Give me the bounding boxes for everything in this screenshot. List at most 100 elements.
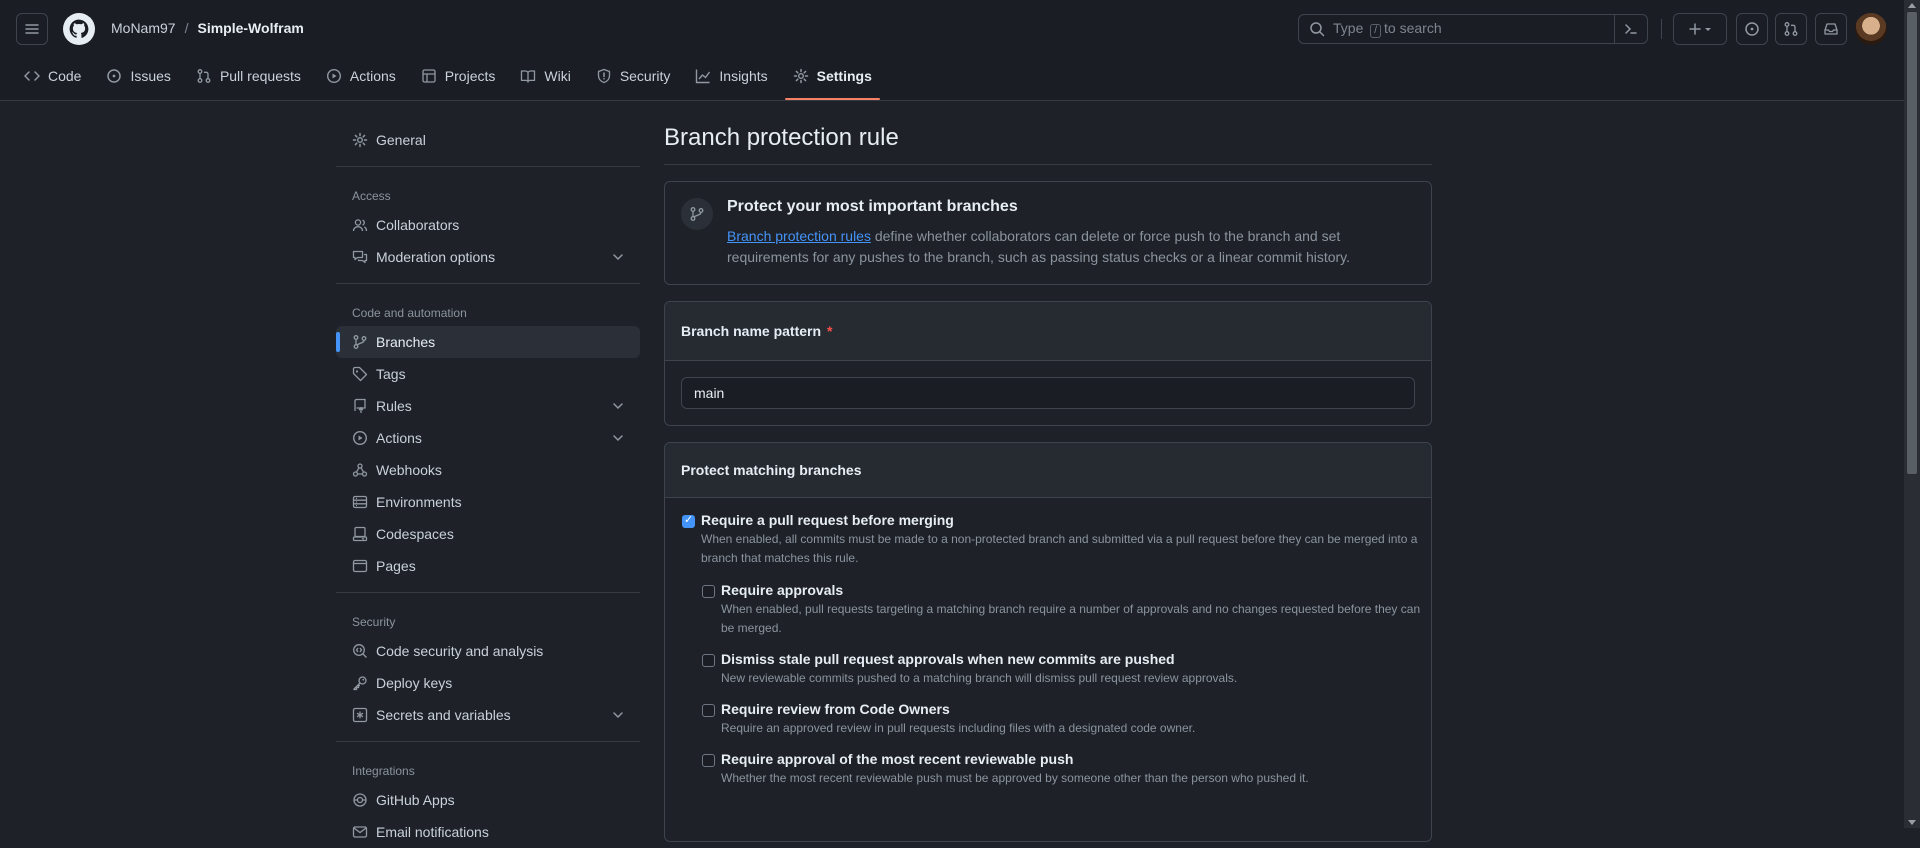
terminal-icon <box>1625 24 1637 34</box>
tab-code[interactable]: Code <box>16 58 89 94</box>
tab-issues[interactable]: Issues <box>98 58 178 94</box>
breadcrumb: MoNam97 / Simple-Wolfram <box>111 20 304 36</box>
pull-requests-button[interactable] <box>1775 13 1807 45</box>
key-icon <box>353 676 367 691</box>
user-avatar[interactable] <box>1855 13 1887 45</box>
branch-name-pattern-box: Branch name pattern * main <box>664 301 1432 426</box>
sidebar-item-email-notifications[interactable]: Email notifications <box>336 816 640 848</box>
sidebar-item-general[interactable]: General <box>336 124 640 156</box>
webhook-icon <box>352 463 368 477</box>
search-input[interactable]: Type / to search <box>1298 14 1648 44</box>
gear-icon <box>352 132 368 148</box>
tag-icon <box>352 366 368 382</box>
sidebar-item-label: Environments <box>376 494 462 510</box>
option-label[interactable]: Require review from Code Owners <box>721 701 1431 717</box>
sidebar-item-label: General <box>376 132 426 148</box>
hamburger-icon <box>25 24 39 34</box>
sidebar-item-deploy-keys[interactable]: Deploy keys <box>336 667 640 699</box>
git-branch-icon <box>353 335 367 349</box>
option-label[interactable]: Require approval of the most recent revi… <box>721 751 1431 767</box>
page-scrollbar[interactable] <box>1904 0 1920 828</box>
option-label[interactable]: Dismiss stale pull request approvals whe… <box>721 651 1431 667</box>
sidebar-item-code-security[interactable]: Code security and analysis <box>336 635 640 667</box>
sidebar-item-tags[interactable]: Tags <box>336 358 640 390</box>
github-logo-icon[interactable] <box>63 13 95 45</box>
sidebar-item-secrets-variables[interactable]: Secrets and variables <box>336 699 640 731</box>
require-code-owners-checkbox[interactable] <box>702 704 715 717</box>
owner-link[interactable]: MoNam97 <box>111 20 176 36</box>
sidebar-item-label: Moderation options <box>376 249 496 265</box>
sidebar-divider <box>336 741 640 742</box>
slash-key: / <box>1370 24 1382 38</box>
repo-link[interactable]: Simple-Wolfram <box>197 20 303 36</box>
option-description: When enabled, all commits must be made t… <box>701 532 1418 565</box>
sidebar-item-webhooks[interactable]: Webhooks <box>336 454 640 486</box>
tab-security[interactable]: Security <box>588 58 679 94</box>
info-description: Branch protection rules define whether c… <box>727 228 1351 265</box>
require-pull-request-checkbox[interactable] <box>682 513 695 528</box>
book-icon <box>521 70 536 83</box>
tab-settings[interactable]: Settings <box>784 58 881 100</box>
sidebar-item-codespaces[interactable]: Codespaces <box>336 518 640 550</box>
branch-name-pattern-label: Branch name pattern <box>681 323 822 339</box>
require-recent-push-approval-checkbox[interactable] <box>702 754 715 767</box>
branch-icon-circle <box>681 198 713 230</box>
chevron-down-icon <box>613 435 623 442</box>
scrollbar-thumb[interactable] <box>1907 12 1917 474</box>
dismiss-stale-approvals-checkbox[interactable] <box>702 654 715 667</box>
option-dismiss-stale-approvals: Dismiss stale pull request approvals whe… <box>665 651 1431 688</box>
protect-matching-branches-box: Protect matching branches Require a pull… <box>664 442 1432 842</box>
sidebar-item-branches[interactable]: Branches <box>336 326 640 358</box>
option-require-recent-push-approval: Require approval of the most recent revi… <box>665 751 1431 788</box>
sidebar-item-rules[interactable]: Rules <box>336 390 640 422</box>
sidebar-item-collaborators[interactable]: Collaborators <box>336 209 640 241</box>
mail-icon <box>352 826 368 838</box>
tab-wiki[interactable]: Wiki <box>512 58 578 94</box>
graph-icon <box>696 69 711 84</box>
issues-button[interactable] <box>1736 13 1768 45</box>
branch-name-pattern-input[interactable]: main <box>681 377 1415 409</box>
tab-pull-requests[interactable]: Pull requests <box>188 58 309 94</box>
sidebar-item-github-apps[interactable]: GitHub Apps <box>336 784 640 816</box>
branch-name-pattern-header: Branch name pattern * <box>665 302 1431 361</box>
protect-matching-branches-header: Protect matching branches <box>665 443 1431 498</box>
sidebar-item-environments[interactable]: Environments <box>336 486 640 518</box>
branch-protection-rules-link[interactable]: Branch protection rules <box>727 228 871 244</box>
scroll-up-arrow-icon[interactable] <box>1908 3 1916 8</box>
issue-icon <box>107 69 122 83</box>
scroll-down-arrow-icon[interactable] <box>1908 820 1916 825</box>
tab-actions[interactable]: Actions <box>318 58 404 94</box>
breadcrumb-separator: / <box>184 20 189 36</box>
sidebar-item-moderation-options[interactable]: Moderation options <box>336 241 640 273</box>
browser-icon <box>352 559 368 573</box>
option-require-code-owners-review: Require review from Code Owners Require … <box>665 701 1431 738</box>
option-label[interactable]: Require a pull request before merging <box>701 512 1431 528</box>
sidebar-item-actions[interactable]: Actions <box>336 422 640 454</box>
plus-icon <box>1689 23 1701 35</box>
play-icon <box>326 68 341 84</box>
tab-insights[interactable]: Insights <box>687 58 775 94</box>
tab-projects[interactable]: Projects <box>413 58 504 94</box>
sidebar-item-pages[interactable]: Pages <box>336 550 640 582</box>
sidebar-item-label: Deploy keys <box>376 675 453 691</box>
sidebar-item-label: Rules <box>376 398 412 414</box>
code-icon <box>24 71 40 81</box>
info-heading: Protect your most important branches <box>727 198 1018 215</box>
table-icon <box>422 69 436 83</box>
sidebar-heading-security: Security <box>352 615 396 629</box>
required-asterisk: * <box>827 323 833 339</box>
sidebar-heading-access: Access <box>352 189 391 203</box>
settings-sidebar: General Access Collaborators Moderation … <box>336 124 640 848</box>
command-palette-button[interactable] <box>1614 15 1647 43</box>
option-label[interactable]: Require approvals <box>721 582 1431 598</box>
option-description: Whether the most recent reviewable push … <box>721 771 1309 785</box>
menu-button[interactable] <box>16 13 48 45</box>
require-approvals-checkbox[interactable] <box>702 585 715 598</box>
codescan-icon <box>353 644 367 658</box>
sidebar-item-label: GitHub Apps <box>376 792 455 808</box>
gear-icon <box>793 68 808 84</box>
create-new-button[interactable] <box>1673 13 1727 45</box>
option-description: New reviewable commits pushed to a match… <box>721 671 1238 685</box>
search-placeholder: Type / to search <box>1333 20 1442 38</box>
inbox-button[interactable] <box>1815 13 1847 45</box>
